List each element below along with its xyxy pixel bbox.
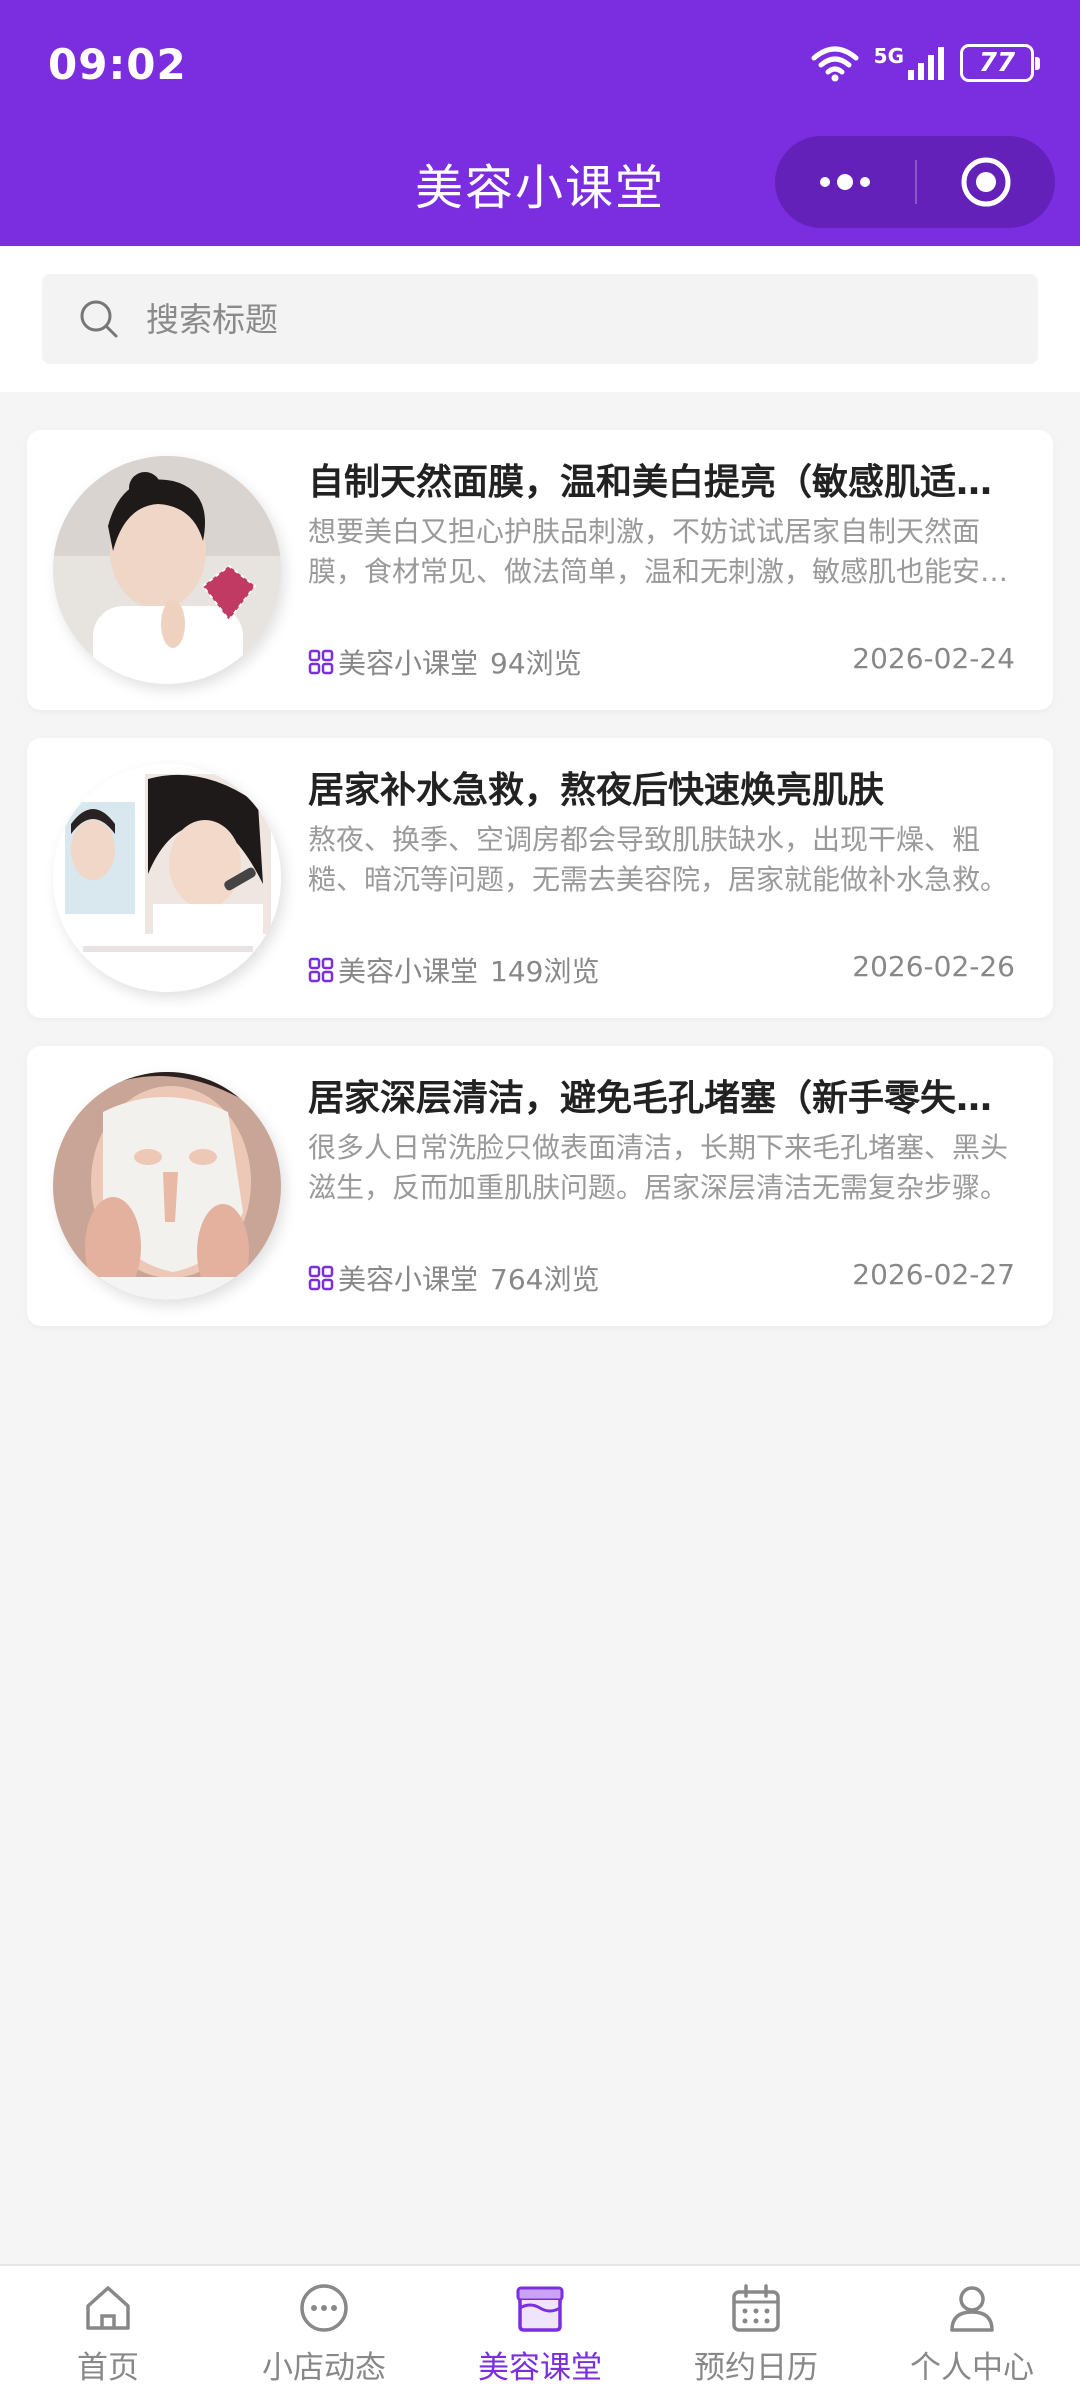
article-meta: 美容小课堂 764浏览	[308, 1258, 599, 1298]
article-card[interactable]: 居家补水急救，熬夜后快速焕亮肌肤 熬夜、换季、空调房都会导致肌肤缺水，出现干燥、…	[27, 738, 1053, 1018]
grid-category-icon	[308, 649, 334, 675]
article-thumbnail	[53, 1072, 281, 1300]
article-excerpt: 很多人日常洗脸只做表面清洁，长期下来毛孔堵塞、黑头滋生，反而加重肌肤问题。居家深…	[308, 1131, 1009, 1204]
tab-booking-calendar[interactable]: 预约日历	[648, 2266, 864, 2387]
more-dots-icon	[820, 174, 870, 190]
search-area	[0, 246, 1080, 392]
article-category: 美容小课堂	[338, 955, 479, 988]
article-title: 自制天然面膜，温和美白提亮（敏感肌适用）	[308, 462, 1018, 503]
classroom-icon	[516, 2286, 564, 2332]
article-card[interactable]: 居家深层清洁，避免毛孔堵塞（新手零失误） 很多人日常洗脸只做表面清洁，长期下来毛…	[27, 1046, 1053, 1326]
tab-home[interactable]: 首页	[0, 2266, 216, 2387]
article-excerpt: 熬夜、换季、空调房都会导致肌肤缺水，出现干燥、粗糙、暗沉等问题，无需去美容院，居…	[308, 823, 1009, 896]
article-card[interactable]: 自制天然面膜，温和美白提亮（敏感肌适用） 想要美白又担心护肤品刺激，不妨试试居家…	[27, 430, 1053, 710]
article-date: 2026-02-24	[852, 642, 1015, 675]
article-meta: 美容小课堂 94浏览	[308, 642, 582, 682]
status-time: 09:02	[48, 40, 187, 89]
article-views: 764浏览	[490, 1263, 600, 1296]
chat-bubble-icon	[300, 2284, 348, 2332]
article-category: 美容小课堂	[338, 1263, 479, 1296]
search-icon	[80, 300, 118, 338]
tab-label: 小店动态	[262, 2350, 386, 2386]
grid-category-icon	[308, 1265, 334, 1291]
article-thumbnail	[53, 456, 281, 684]
mini-program-capsule	[775, 136, 1055, 228]
tab-shop-news[interactable]: 小店动态	[216, 2266, 432, 2387]
signal-icon	[908, 47, 944, 80]
article-excerpt: 想要美白又担心护肤品刺激，不妨试试居家自制天然面膜，食材常见、做法简单，温和无刺…	[308, 515, 1009, 588]
more-button[interactable]	[775, 136, 915, 228]
home-icon	[86, 2286, 130, 2330]
article-title: 居家深层清洁，避免毛孔堵塞（新手零失误）	[308, 1078, 1018, 1119]
app-header: 09:02 5G 77 美容小课堂	[0, 0, 1080, 246]
status-icons: 5G 77	[810, 44, 1040, 82]
article-date: 2026-02-27	[852, 1258, 1015, 1291]
wifi-icon	[811, 46, 859, 82]
tab-profile[interactable]: 个人中心	[864, 2266, 1080, 2387]
search-input[interactable]	[146, 299, 966, 339]
search-box[interactable]	[42, 274, 1038, 364]
calendar-icon	[732, 2284, 780, 2332]
article-title: 居家补水急救，熬夜后快速焕亮肌肤	[308, 770, 885, 811]
user-icon	[950, 2286, 994, 2332]
article-views: 149浏览	[490, 955, 600, 988]
close-miniprogram-button[interactable]	[917, 136, 1055, 228]
grid-category-icon	[308, 957, 334, 983]
tab-label: 个人中心	[910, 2350, 1034, 2386]
article-meta: 美容小课堂 149浏览	[308, 950, 599, 990]
article-date: 2026-02-26	[852, 950, 1015, 983]
bottom-tab-bar: 首页 小店动态 美容课堂 预约日历 个人中心	[0, 2264, 1080, 2387]
battery-level: 77	[978, 48, 1016, 78]
tab-label: 美容课堂	[478, 2350, 602, 2386]
network-type: 5G	[873, 44, 904, 68]
tab-label: 预约日历	[694, 2350, 818, 2386]
target-icon	[961, 157, 1011, 207]
article-category: 美容小课堂	[338, 647, 479, 680]
tab-beauty-class[interactable]: 美容课堂	[432, 2266, 648, 2387]
article-views: 94浏览	[490, 647, 582, 680]
article-thumbnail	[53, 764, 281, 992]
battery-indicator: 77	[960, 44, 1040, 82]
tab-label: 首页	[77, 2350, 139, 2386]
